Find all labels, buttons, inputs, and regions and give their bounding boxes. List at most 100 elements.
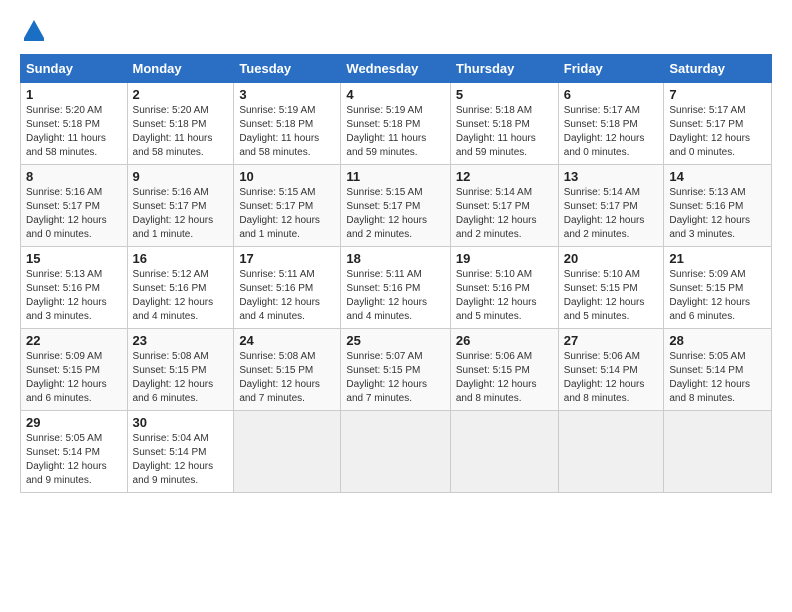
day-header-thursday: Thursday <box>450 55 558 83</box>
calendar-cell <box>341 411 450 493</box>
calendar-cell: 7 Sunrise: 5:17 AMSunset: 5:17 PMDayligh… <box>664 83 772 165</box>
day-info: Sunrise: 5:17 AMSunset: 5:18 PMDaylight:… <box>564 105 645 158</box>
calendar-cell: 11 Sunrise: 5:15 AMSunset: 5:17 PMDaylig… <box>341 165 450 247</box>
day-info: Sunrise: 5:19 AMSunset: 5:18 PMDaylight:… <box>239 105 319 158</box>
calendar-cell: 23 Sunrise: 5:08 AMSunset: 5:15 PMDaylig… <box>127 329 234 411</box>
day-header-saturday: Saturday <box>664 55 772 83</box>
calendar-cell: 13 Sunrise: 5:14 AMSunset: 5:17 PMDaylig… <box>558 165 664 247</box>
day-header-sunday: Sunday <box>21 55 128 83</box>
day-header-wednesday: Wednesday <box>341 55 450 83</box>
day-number: 18 <box>346 251 444 266</box>
day-number: 26 <box>456 333 553 348</box>
calendar-cell: 15 Sunrise: 5:13 AMSunset: 5:16 PMDaylig… <box>21 247 128 329</box>
day-info: Sunrise: 5:20 AMSunset: 5:18 PMDaylight:… <box>133 105 213 158</box>
day-info: Sunrise: 5:07 AMSunset: 5:15 PMDaylight:… <box>346 351 427 404</box>
day-number: 14 <box>669 169 766 184</box>
calendar-cell <box>558 411 664 493</box>
day-info: Sunrise: 5:19 AMSunset: 5:18 PMDaylight:… <box>346 105 426 158</box>
day-number: 21 <box>669 251 766 266</box>
day-number: 1 <box>26 87 122 102</box>
calendar-cell: 26 Sunrise: 5:06 AMSunset: 5:15 PMDaylig… <box>450 329 558 411</box>
calendar-cell: 29 Sunrise: 5:05 AMSunset: 5:14 PMDaylig… <box>21 411 128 493</box>
calendar-cell: 19 Sunrise: 5:10 AMSunset: 5:16 PMDaylig… <box>450 247 558 329</box>
day-info: Sunrise: 5:09 AMSunset: 5:15 PMDaylight:… <box>669 269 750 322</box>
day-info: Sunrise: 5:05 AMSunset: 5:14 PMDaylight:… <box>669 351 750 404</box>
calendar-cell: 17 Sunrise: 5:11 AMSunset: 5:16 PMDaylig… <box>234 247 341 329</box>
day-number: 13 <box>564 169 659 184</box>
day-number: 19 <box>456 251 553 266</box>
day-info: Sunrise: 5:15 AMSunset: 5:17 PMDaylight:… <box>346 187 427 240</box>
day-number: 5 <box>456 87 553 102</box>
day-info: Sunrise: 5:10 AMSunset: 5:16 PMDaylight:… <box>456 269 537 322</box>
day-header-tuesday: Tuesday <box>234 55 341 83</box>
day-number: 28 <box>669 333 766 348</box>
calendar-cell: 4 Sunrise: 5:19 AMSunset: 5:18 PMDayligh… <box>341 83 450 165</box>
calendar-cell: 3 Sunrise: 5:19 AMSunset: 5:18 PMDayligh… <box>234 83 341 165</box>
day-header-monday: Monday <box>127 55 234 83</box>
day-info: Sunrise: 5:15 AMSunset: 5:17 PMDaylight:… <box>239 187 320 240</box>
day-info: Sunrise: 5:09 AMSunset: 5:15 PMDaylight:… <box>26 351 107 404</box>
day-info: Sunrise: 5:06 AMSunset: 5:14 PMDaylight:… <box>564 351 645 404</box>
calendar-cell: 21 Sunrise: 5:09 AMSunset: 5:15 PMDaylig… <box>664 247 772 329</box>
day-info: Sunrise: 5:05 AMSunset: 5:14 PMDaylight:… <box>26 433 107 486</box>
calendar-cell: 5 Sunrise: 5:18 AMSunset: 5:18 PMDayligh… <box>450 83 558 165</box>
day-number: 23 <box>133 333 229 348</box>
day-number: 7 <box>669 87 766 102</box>
week-row-0: 1 Sunrise: 5:20 AMSunset: 5:18 PMDayligh… <box>21 83 772 165</box>
day-info: Sunrise: 5:17 AMSunset: 5:17 PMDaylight:… <box>669 105 750 158</box>
day-info: Sunrise: 5:16 AMSunset: 5:17 PMDaylight:… <box>133 187 214 240</box>
day-info: Sunrise: 5:13 AMSunset: 5:16 PMDaylight:… <box>669 187 750 240</box>
day-number: 10 <box>239 169 335 184</box>
logo-icon <box>20 16 48 44</box>
day-number: 20 <box>564 251 659 266</box>
day-info: Sunrise: 5:16 AMSunset: 5:17 PMDaylight:… <box>26 187 107 240</box>
day-number: 25 <box>346 333 444 348</box>
day-info: Sunrise: 5:06 AMSunset: 5:15 PMDaylight:… <box>456 351 537 404</box>
day-number: 2 <box>133 87 229 102</box>
calendar-cell: 14 Sunrise: 5:13 AMSunset: 5:16 PMDaylig… <box>664 165 772 247</box>
day-number: 12 <box>456 169 553 184</box>
day-number: 17 <box>239 251 335 266</box>
day-info: Sunrise: 5:14 AMSunset: 5:17 PMDaylight:… <box>564 187 645 240</box>
day-number: 24 <box>239 333 335 348</box>
day-number: 30 <box>133 415 229 430</box>
day-info: Sunrise: 5:08 AMSunset: 5:15 PMDaylight:… <box>133 351 214 404</box>
week-row-4: 29 Sunrise: 5:05 AMSunset: 5:14 PMDaylig… <box>21 411 772 493</box>
day-info: Sunrise: 5:10 AMSunset: 5:15 PMDaylight:… <box>564 269 645 322</box>
calendar-cell: 25 Sunrise: 5:07 AMSunset: 5:15 PMDaylig… <box>341 329 450 411</box>
calendar-cell: 12 Sunrise: 5:14 AMSunset: 5:17 PMDaylig… <box>450 165 558 247</box>
day-number: 15 <box>26 251 122 266</box>
calendar-cell <box>664 411 772 493</box>
week-row-2: 15 Sunrise: 5:13 AMSunset: 5:16 PMDaylig… <box>21 247 772 329</box>
calendar-cell: 20 Sunrise: 5:10 AMSunset: 5:15 PMDaylig… <box>558 247 664 329</box>
page-container: SundayMondayTuesdayWednesdayThursdayFrid… <box>0 0 792 503</box>
calendar-cell: 28 Sunrise: 5:05 AMSunset: 5:14 PMDaylig… <box>664 329 772 411</box>
calendar-cell: 24 Sunrise: 5:08 AMSunset: 5:15 PMDaylig… <box>234 329 341 411</box>
calendar-cell: 27 Sunrise: 5:06 AMSunset: 5:14 PMDaylig… <box>558 329 664 411</box>
day-info: Sunrise: 5:18 AMSunset: 5:18 PMDaylight:… <box>456 105 536 158</box>
day-info: Sunrise: 5:11 AMSunset: 5:16 PMDaylight:… <box>239 269 320 322</box>
day-number: 22 <box>26 333 122 348</box>
week-row-1: 8 Sunrise: 5:16 AMSunset: 5:17 PMDayligh… <box>21 165 772 247</box>
day-info: Sunrise: 5:13 AMSunset: 5:16 PMDaylight:… <box>26 269 107 322</box>
day-number: 27 <box>564 333 659 348</box>
header-row-days: SundayMondayTuesdayWednesdayThursdayFrid… <box>21 55 772 83</box>
calendar-cell: 16 Sunrise: 5:12 AMSunset: 5:16 PMDaylig… <box>127 247 234 329</box>
day-number: 9 <box>133 169 229 184</box>
day-info: Sunrise: 5:12 AMSunset: 5:16 PMDaylight:… <box>133 269 214 322</box>
calendar-cell: 22 Sunrise: 5:09 AMSunset: 5:15 PMDaylig… <box>21 329 128 411</box>
logo <box>20 16 52 44</box>
day-number: 8 <box>26 169 122 184</box>
calendar-cell <box>234 411 341 493</box>
calendar-cell: 2 Sunrise: 5:20 AMSunset: 5:18 PMDayligh… <box>127 83 234 165</box>
day-number: 29 <box>26 415 122 430</box>
day-info: Sunrise: 5:08 AMSunset: 5:15 PMDaylight:… <box>239 351 320 404</box>
day-number: 6 <box>564 87 659 102</box>
day-number: 16 <box>133 251 229 266</box>
day-info: Sunrise: 5:04 AMSunset: 5:14 PMDaylight:… <box>133 433 214 486</box>
calendar-table: SundayMondayTuesdayWednesdayThursdayFrid… <box>20 54 772 493</box>
day-header-friday: Friday <box>558 55 664 83</box>
day-number: 4 <box>346 87 444 102</box>
calendar-cell: 30 Sunrise: 5:04 AMSunset: 5:14 PMDaylig… <box>127 411 234 493</box>
calendar-cell: 1 Sunrise: 5:20 AMSunset: 5:18 PMDayligh… <box>21 83 128 165</box>
